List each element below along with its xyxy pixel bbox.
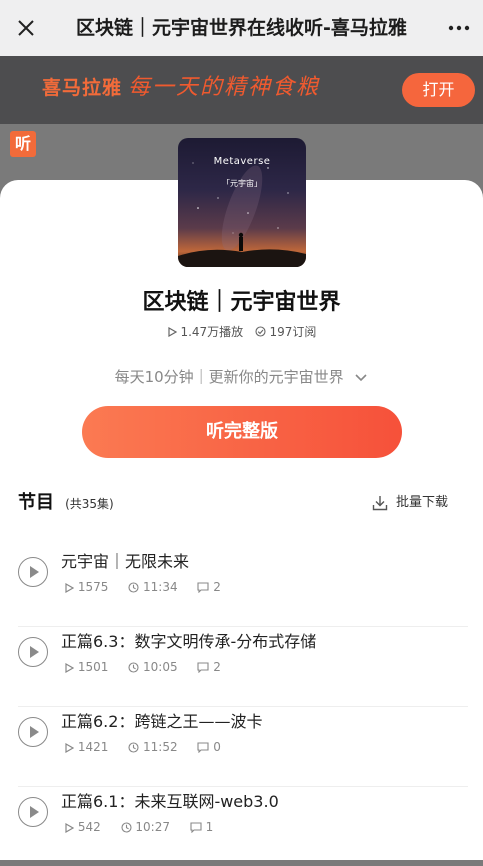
clock-icon xyxy=(128,742,139,753)
episode-title[interactable]: 正篇6.1：未来互联网-web3.0 xyxy=(61,788,279,812)
play-count: 1.47万播放 xyxy=(180,325,244,339)
chevron-down-icon[interactable] xyxy=(354,373,368,383)
cover-title: Metaverse xyxy=(213,156,271,167)
title-bar: 区块链｜元宇宙世界在线收听-喜马拉雅 xyxy=(0,0,483,56)
comment-icon xyxy=(197,582,210,593)
play-count-icon xyxy=(65,822,74,833)
app-download-banner: 听 喜马拉雅 每一天的精神食粮 打开 xyxy=(0,56,483,157)
album-description[interactable]: 每天10分钟｜更新你的元宇宙世界 xyxy=(0,366,483,387)
open-app-button[interactable]: 打开 xyxy=(402,73,475,107)
cover-subtitle: 「元宇宙」 xyxy=(222,179,262,188)
album-cover[interactable]: Metaverse 「元宇宙」 xyxy=(178,138,306,267)
episode-meta: 1575 11:34 2 xyxy=(64,580,237,594)
brand-slogan: 每一天的精神食粮 xyxy=(128,75,321,100)
page-title: 区块链｜元宇宙世界在线收听-喜马拉雅 xyxy=(76,17,407,39)
programs-heading: 节目 xyxy=(18,492,54,513)
comment-icon xyxy=(190,822,202,833)
episode-duration: 10:27 xyxy=(135,820,170,834)
episode-duration: 11:52 xyxy=(143,740,178,754)
play-icon[interactable] xyxy=(18,717,48,747)
play-count-icon xyxy=(168,326,177,337)
clock-icon xyxy=(121,822,132,833)
episode-duration: 10:05 xyxy=(143,660,178,674)
comment-icon xyxy=(197,742,210,753)
play-icon[interactable] xyxy=(18,637,48,667)
album-title: 区块链｜元宇宙世界 xyxy=(142,290,341,315)
programs-header: 节目 (共35集) 批量下载 xyxy=(18,488,468,514)
list-item[interactable]: 元宇宙｜无限未来 1575 11:34 2 xyxy=(18,546,468,627)
episode-meta: 542 10:27 1 xyxy=(64,820,229,834)
play-icon[interactable] xyxy=(18,797,48,827)
app-logo-icon: 听 xyxy=(10,131,36,157)
episode-title[interactable]: 正篇6.2：跨链之王——波卡 xyxy=(61,708,262,732)
close-icon[interactable] xyxy=(12,14,40,42)
listen-full-button[interactable]: 听完整版 xyxy=(82,406,402,458)
list-item[interactable]: 正篇6.3：数字文明传承-分布式存储 1501 10:05 2 xyxy=(18,626,468,707)
subscribe-count-icon xyxy=(255,326,266,337)
episode-plays: 1421 xyxy=(77,740,109,754)
episode-meta: 1501 10:05 2 xyxy=(64,660,237,674)
episode-title[interactable]: 正篇6.3：数字文明传承-分布式存储 xyxy=(61,628,316,652)
clock-icon xyxy=(128,582,139,593)
comment-icon xyxy=(197,662,210,673)
episode-plays: 542 xyxy=(77,820,101,834)
brand-name: 喜马拉雅 xyxy=(42,77,123,99)
episode-plays: 1575 xyxy=(77,580,109,594)
play-icon[interactable] xyxy=(18,557,48,587)
episode-duration: 11:34 xyxy=(143,580,178,594)
episode-meta: 1421 11:52 0 xyxy=(64,740,237,754)
episode-comments: 2 xyxy=(213,660,221,674)
episode-title[interactable]: 元宇宙｜无限未来 xyxy=(61,548,189,572)
episode-comments: 2 xyxy=(213,580,221,594)
play-count-icon xyxy=(65,662,74,673)
episode-comments: 0 xyxy=(213,740,221,754)
download-icon xyxy=(372,495,388,510)
episode-plays: 1501 xyxy=(77,660,109,674)
batch-download-button[interactable]: 批量下载 xyxy=(372,491,448,511)
clock-icon xyxy=(128,662,139,673)
episode-comments: 1 xyxy=(205,820,214,834)
list-item[interactable]: 正篇6.1：未来互联网-web3.0 542 10:27 1 xyxy=(18,786,468,866)
episode-count: (共35集) xyxy=(65,497,114,511)
list-item[interactable]: 正篇6.2：跨链之王——波卡 1421 11:52 0 xyxy=(18,706,468,787)
album-stats: 1.47万播放 197订阅 xyxy=(0,323,483,340)
more-icon[interactable] xyxy=(445,14,473,42)
play-count-icon xyxy=(65,582,74,593)
play-count-icon xyxy=(65,742,74,753)
subscribe-count: 197订阅 xyxy=(269,325,317,339)
